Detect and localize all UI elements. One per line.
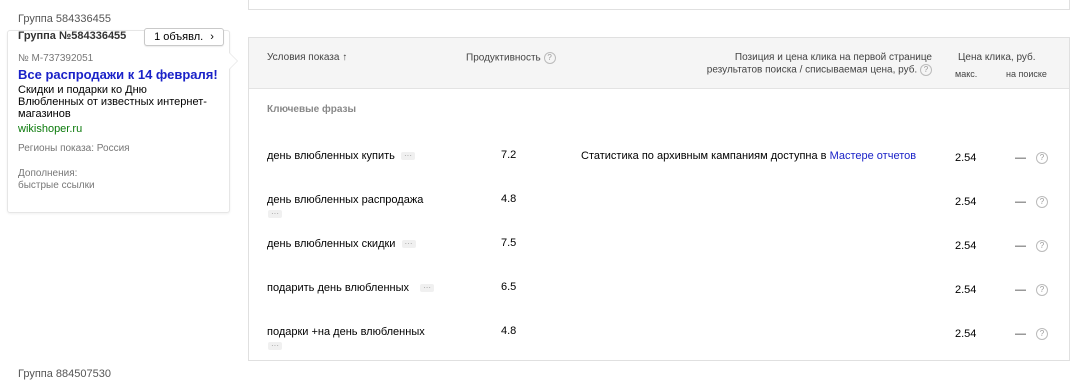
table-row-search-price: — bbox=[1015, 152, 1026, 164]
table-row-phrase: подарки +на день влюбленных bbox=[267, 326, 425, 338]
section-keywords: Ключевые фразы bbox=[267, 104, 357, 115]
table-row-phrase: подарить день влюбленных ··· bbox=[267, 282, 435, 294]
table-row-productivity: 4.8 bbox=[501, 325, 517, 337]
table-row-max-price: 2.54 bbox=[955, 240, 977, 252]
help-icon[interactable]: ? bbox=[1036, 328, 1048, 340]
table-row-max-price: 2.54 bbox=[955, 284, 977, 296]
more-dots-icon[interactable]: ··· bbox=[420, 284, 435, 293]
ad-text-line1: Скидки и подарки ко Дню bbox=[18, 84, 147, 96]
header-price: Цена клика, руб. bbox=[958, 52, 1036, 63]
ads-count-button[interactable]: 1 объявл. › bbox=[144, 28, 224, 46]
help-icon[interactable]: ? bbox=[1036, 284, 1048, 296]
ad-domain[interactable]: wikishoper.ru bbox=[18, 123, 82, 135]
table-row-search-price: — bbox=[1015, 328, 1026, 340]
table-row-productivity: 7.5 bbox=[501, 237, 517, 249]
more-dots-icon[interactable]: ··· bbox=[401, 240, 416, 249]
help-icon[interactable]: ? bbox=[1036, 196, 1048, 208]
table-row-search-price: — bbox=[1015, 196, 1026, 208]
header-price-max: макс. bbox=[955, 69, 978, 79]
table-row-max-price: 2.54 bbox=[955, 328, 977, 340]
header-position-line1: Позиция и цена клика на первой странице bbox=[734, 52, 932, 63]
ad-extras-value: быстрые ссылки bbox=[18, 180, 95, 191]
table-row-productivity: 4.8 bbox=[501, 193, 517, 205]
help-icon[interactable]: ? bbox=[920, 64, 932, 76]
table-row-phrase: день влюбленных распродажа bbox=[267, 194, 424, 206]
group-caption-top: Группа 584336455 bbox=[18, 13, 111, 25]
previous-panel-bottom bbox=[248, 0, 1070, 10]
sort-arrow-icon: ↑ bbox=[342, 52, 348, 63]
header-productivity: Продуктивность ? bbox=[466, 52, 556, 64]
table-row-phrase: день влюбленных скидки ··· bbox=[267, 238, 416, 250]
more-dots-icon[interactable]: ··· bbox=[268, 210, 282, 218]
more-dots-icon[interactable]: ··· bbox=[400, 152, 415, 161]
header-conditions[interactable]: Условия показа ↑ bbox=[267, 52, 347, 63]
ad-text-line2: Влюбленных от известных интернет- bbox=[18, 96, 207, 108]
group-title[interactable]: Группа №584336455 bbox=[18, 30, 126, 42]
archive-stats-note: Статистика по архивным кампаниям доступн… bbox=[581, 150, 917, 162]
ad-number: № М-737392051 bbox=[18, 53, 94, 64]
table-row-productivity: 7.2 bbox=[501, 149, 517, 161]
table-row-search-price: — bbox=[1015, 240, 1026, 252]
help-icon[interactable]: ? bbox=[1036, 240, 1048, 252]
header-price-search: на поиске bbox=[1006, 69, 1047, 79]
ads-count-label: 1 объявл. bbox=[154, 31, 204, 43]
ad-regions: Регионы показа: Россия bbox=[18, 143, 130, 154]
table-row-max-price: 2.54 bbox=[955, 196, 977, 208]
ad-extras-label: Дополнения: bbox=[18, 168, 78, 179]
group-caption-bottom: Группа 884507530 bbox=[18, 368, 111, 380]
chevron-right-icon: › bbox=[210, 31, 214, 43]
reports-master-link[interactable]: Мастере отчетов bbox=[830, 150, 917, 162]
table-row-phrase: день влюбленных купить ··· bbox=[267, 150, 415, 162]
help-icon[interactable]: ? bbox=[1036, 152, 1048, 164]
more-dots-icon[interactable]: ··· bbox=[268, 342, 282, 350]
table-row-max-price: 2.54 bbox=[955, 152, 977, 164]
ad-headline[interactable]: Все распродажи к 14 февраля! bbox=[18, 67, 218, 82]
table-row-productivity: 6.5 bbox=[501, 281, 517, 293]
ad-text-line3: магазинов bbox=[18, 108, 71, 120]
header-position-line2: результатов поиска / списываемая цена, р… bbox=[640, 64, 932, 76]
help-icon[interactable]: ? bbox=[543, 52, 556, 64]
table-row-search-price: — bbox=[1015, 284, 1026, 296]
